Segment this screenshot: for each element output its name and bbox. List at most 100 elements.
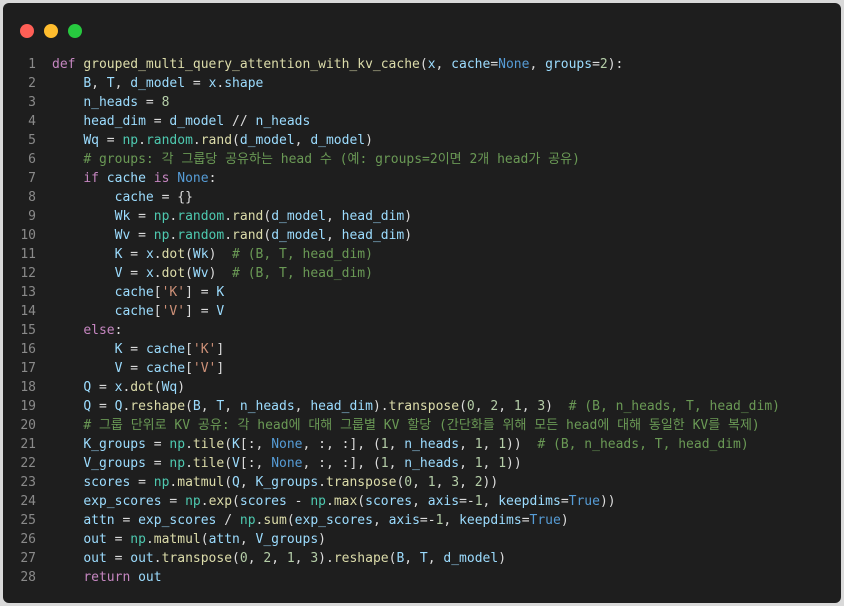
- code-token: (: [419, 57, 428, 72]
- code-token: scores: [83, 475, 131, 490]
- code-token: reshape: [130, 399, 186, 414]
- code-token: ,: [474, 399, 491, 414]
- code-token: =: [98, 133, 123, 148]
- code-line: 10 Wv = np.random.rand(d_model, head_dim…: [3, 226, 841, 245]
- code-token: None: [177, 171, 209, 186]
- line-number: 27: [20, 551, 36, 566]
- code-token: exp_scores: [294, 513, 373, 528]
- code-line: 22 V_groups = np.tile(V[:, None, :, :], …: [3, 454, 841, 473]
- code-token: 1: [513, 399, 522, 414]
- line-number: 16: [20, 342, 36, 357]
- code-token: ,: [114, 76, 131, 91]
- code-token: =: [91, 380, 115, 395]
- close-icon[interactable]: [20, 24, 34, 38]
- code-token: K: [232, 437, 240, 452]
- code-token: cache: [114, 304, 154, 319]
- code-token: ] =: [185, 285, 217, 300]
- code-token: [: [185, 342, 193, 357]
- code-token: attn: [83, 513, 115, 528]
- code-text: attn = exp_scores / np.sum(exp_scores, a…: [52, 511, 568, 530]
- line-number: 18: [20, 380, 36, 395]
- code-token: //: [224, 114, 256, 129]
- code-token: 'K': [161, 285, 186, 300]
- code-token: sum: [263, 513, 287, 528]
- code-token: ,: [247, 551, 264, 566]
- code-line: 3 n_heads = 8: [3, 93, 841, 112]
- code-token: ,: [239, 532, 256, 547]
- code-token: 2: [263, 551, 272, 566]
- line-number: 17: [20, 361, 36, 376]
- code-token: =: [145, 437, 170, 452]
- code-line: 17 V = cache['V']: [3, 359, 841, 378]
- code-text: out = out.transpose(0, 2, 1, 3).reshape(…: [52, 549, 506, 568]
- code-token: 0: [404, 475, 413, 490]
- code-line: 19 Q = Q.reshape(B, T, n_heads, head_dim…: [3, 397, 841, 416]
- code-token: scores: [239, 494, 287, 509]
- code-token: ,: [271, 551, 287, 566]
- code-line: 1 def grouped_multi_query_attention_with_…: [3, 55, 841, 74]
- code-token: =: [114, 513, 139, 528]
- code-token: 1: [380, 456, 389, 471]
- code-token: ): [545, 399, 569, 414]
- code-token: =: [592, 57, 600, 72]
- code-token: transpose: [325, 475, 397, 490]
- code-text: V = x.dot(Wv) # (B, T, head_dim): [52, 264, 373, 283]
- code-token: ,: [521, 399, 538, 414]
- code-token: x: [145, 247, 154, 262]
- code-token: rand: [232, 209, 264, 224]
- code-token: scores: [365, 494, 413, 509]
- maximize-icon[interactable]: [68, 24, 82, 38]
- code-token: None: [271, 456, 303, 471]
- code-token: (: [224, 456, 233, 471]
- code-token: transpose: [161, 551, 233, 566]
- line-number: 5: [28, 133, 36, 148]
- code-token: cache: [145, 342, 186, 357]
- code-token: ): [498, 551, 507, 566]
- code-token: [: [153, 304, 162, 319]
- code-token: head_dim: [341, 209, 405, 224]
- code-token: K_groups: [83, 437, 146, 452]
- code-token: exp_scores: [138, 513, 217, 528]
- line-number: 3: [28, 95, 36, 110]
- line-number: 4: [28, 114, 36, 129]
- code-token: np: [153, 209, 170, 224]
- code-token: 1: [427, 475, 436, 490]
- code-token: out: [83, 551, 107, 566]
- code-token: out: [138, 570, 162, 585]
- code-token: ,: [427, 551, 444, 566]
- code-token: out: [130, 551, 154, 566]
- line-number: 20: [20, 418, 36, 433]
- code-token: ,: [294, 133, 311, 148]
- code-token: (: [232, 551, 240, 566]
- code-window: 1 def grouped_multi_query_attention_with_…: [3, 3, 841, 603]
- line-number: 11: [20, 247, 36, 262]
- code-line: 28 return out: [3, 568, 841, 587]
- code-text: # groups: 각 그룹당 공유하는 head 수 (예: groups=2…: [52, 150, 580, 169]
- code-token: d_model: [310, 133, 366, 148]
- code-token: .: [153, 247, 162, 262]
- code-token: matmul: [177, 475, 225, 490]
- code-token: (: [357, 494, 366, 509]
- code-text: Wv = np.random.rand(d_model, head_dim): [52, 226, 412, 245]
- code-token: n_heads: [239, 399, 295, 414]
- line-number: 9: [28, 209, 36, 224]
- code-token: =: [130, 475, 154, 490]
- code-text: # 그룹 단위로 KV 공유: 각 head에 대해 그룹별 KV 할당 (간단…: [52, 416, 759, 435]
- code-text: Q = x.dot(Wq): [52, 378, 185, 397]
- code-token: ,: [498, 399, 514, 414]
- code-token: ]: [216, 361, 225, 376]
- code-token: )): [506, 437, 538, 452]
- code-token: 2: [599, 57, 608, 72]
- line-number: 14: [20, 304, 36, 319]
- code-token: ).: [318, 551, 334, 566]
- code-token: np: [153, 228, 170, 243]
- minimize-icon[interactable]: [44, 24, 58, 38]
